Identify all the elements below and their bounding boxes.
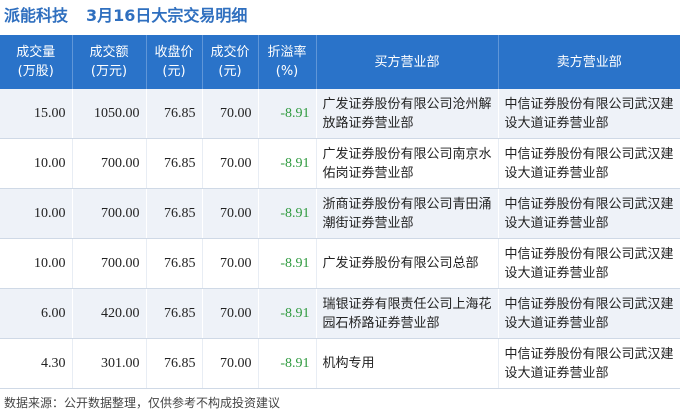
cell-volume: 10.00 [0, 188, 73, 239]
cell-close-price: 76.85 [146, 338, 203, 389]
cell-trade-price: 70.00 [202, 89, 259, 139]
page-title: 派能科技 3月16日大宗交易明细 [4, 3, 247, 29]
header-trade-price: 成交价 (元) [202, 35, 259, 89]
cell-amount: 700.00 [72, 138, 147, 189]
cell-seller: 中信证券股份有限公司武汉建设大道证券营业部 [498, 89, 680, 139]
cell-close-price: 76.85 [146, 89, 203, 139]
cell-volume: 10.00 [0, 238, 73, 289]
cell-close-price: 76.85 [146, 188, 203, 239]
header-close-price: 收盘价 (元) [146, 35, 203, 89]
cell-premium-rate: -8.91 [258, 238, 317, 289]
cell-trade-price: 70.00 [202, 138, 259, 189]
cell-buyer: 瑞银证券有限责任公司上海花园石桥路证券营业部 [316, 288, 499, 339]
cell-volume: 6.00 [0, 288, 73, 339]
header-premium-rate: 折溢率 (%) [258, 35, 317, 89]
table-row: 10.00 700.00 76.85 70.00 -8.91 浙商证券股份有限公… [0, 188, 680, 239]
cell-buyer: 广发证券股份有限公司沧州解放路证券营业部 [316, 89, 499, 139]
cell-amount: 700.00 [72, 238, 147, 289]
cell-buyer: 广发证券股份有限公司南京水佑岗证券营业部 [316, 138, 499, 189]
cell-seller: 中信证券股份有限公司武汉建设大道证券营业部 [498, 238, 680, 289]
cell-volume: 15.00 [0, 89, 73, 139]
cell-trade-price: 70.00 [202, 288, 259, 339]
table-row: 6.00 420.00 76.85 70.00 -8.91 瑞银证券有限责任公司… [0, 288, 680, 339]
cell-seller: 中信证券股份有限公司武汉建设大道证券营业部 [498, 138, 680, 189]
cell-premium-rate: -8.91 [258, 338, 317, 389]
block-trade-table: 成交量 (万股) 成交额 (万元) 收盘价 (元) 成交价 (元) 折溢率 (%) 买方营… [0, 35, 680, 389]
header-buyer: 买方营业部 [316, 35, 499, 89]
cell-amount: 420.00 [72, 288, 147, 339]
header-seller: 卖方营业部 [498, 35, 680, 89]
cell-seller: 中信证券股份有限公司武汉建设大道证券营业部 [498, 338, 680, 389]
table-row: 4.30 301.00 76.85 70.00 -8.91 机构专用 中信证券股… [0, 338, 680, 389]
table-row: 15.00 1050.00 76.85 70.00 -8.91 广发证券股份有限… [0, 89, 680, 139]
cell-amount: 700.00 [72, 188, 147, 239]
cell-trade-price: 70.00 [202, 238, 259, 289]
cell-close-price: 76.85 [146, 288, 203, 339]
cell-trade-price: 70.00 [202, 188, 259, 239]
cell-seller: 中信证券股份有限公司武汉建设大道证券营业部 [498, 288, 680, 339]
cell-premium-rate: -8.91 [258, 89, 317, 139]
cell-buyer: 广发证券股份有限公司总部 [316, 238, 499, 289]
cell-buyer: 机构专用 [316, 338, 499, 389]
cell-amount: 301.00 [72, 338, 147, 389]
cell-seller: 中信证券股份有限公司武汉建设大道证券营业部 [498, 188, 680, 239]
table-row: 10.00 700.00 76.85 70.00 -8.91 广发证券股份有限公… [0, 138, 680, 189]
table-subtitle: 3月16日大宗交易明细 [86, 6, 248, 25]
table-row: 10.00 700.00 76.85 70.00 -8.91 广发证券股份有限公… [0, 238, 680, 289]
cell-premium-rate: -8.91 [258, 138, 317, 189]
data-source-note: 数据来源：公开数据整理，仅供参考不构成投资建议 [4, 396, 281, 410]
header-amount: 成交额 (万元) [72, 35, 147, 89]
cell-premium-rate: -8.91 [258, 188, 317, 239]
cell-buyer: 浙商证券股份有限公司青田涌潮街证券营业部 [316, 188, 499, 239]
cell-volume: 10.00 [0, 138, 73, 189]
cell-premium-rate: -8.91 [258, 288, 317, 339]
table-header-row: 成交量 (万股) 成交额 (万元) 收盘价 (元) 成交价 (元) 折溢率 (%) 买方营… [0, 35, 680, 89]
cell-amount: 1050.00 [72, 89, 147, 139]
cell-trade-price: 70.00 [202, 338, 259, 389]
header-volume: 成交量 (万股) [0, 35, 73, 89]
cell-close-price: 76.85 [146, 238, 203, 289]
cell-volume: 4.30 [0, 338, 73, 389]
cell-close-price: 76.85 [146, 138, 203, 189]
stock-name: 派能科技 [4, 6, 69, 25]
